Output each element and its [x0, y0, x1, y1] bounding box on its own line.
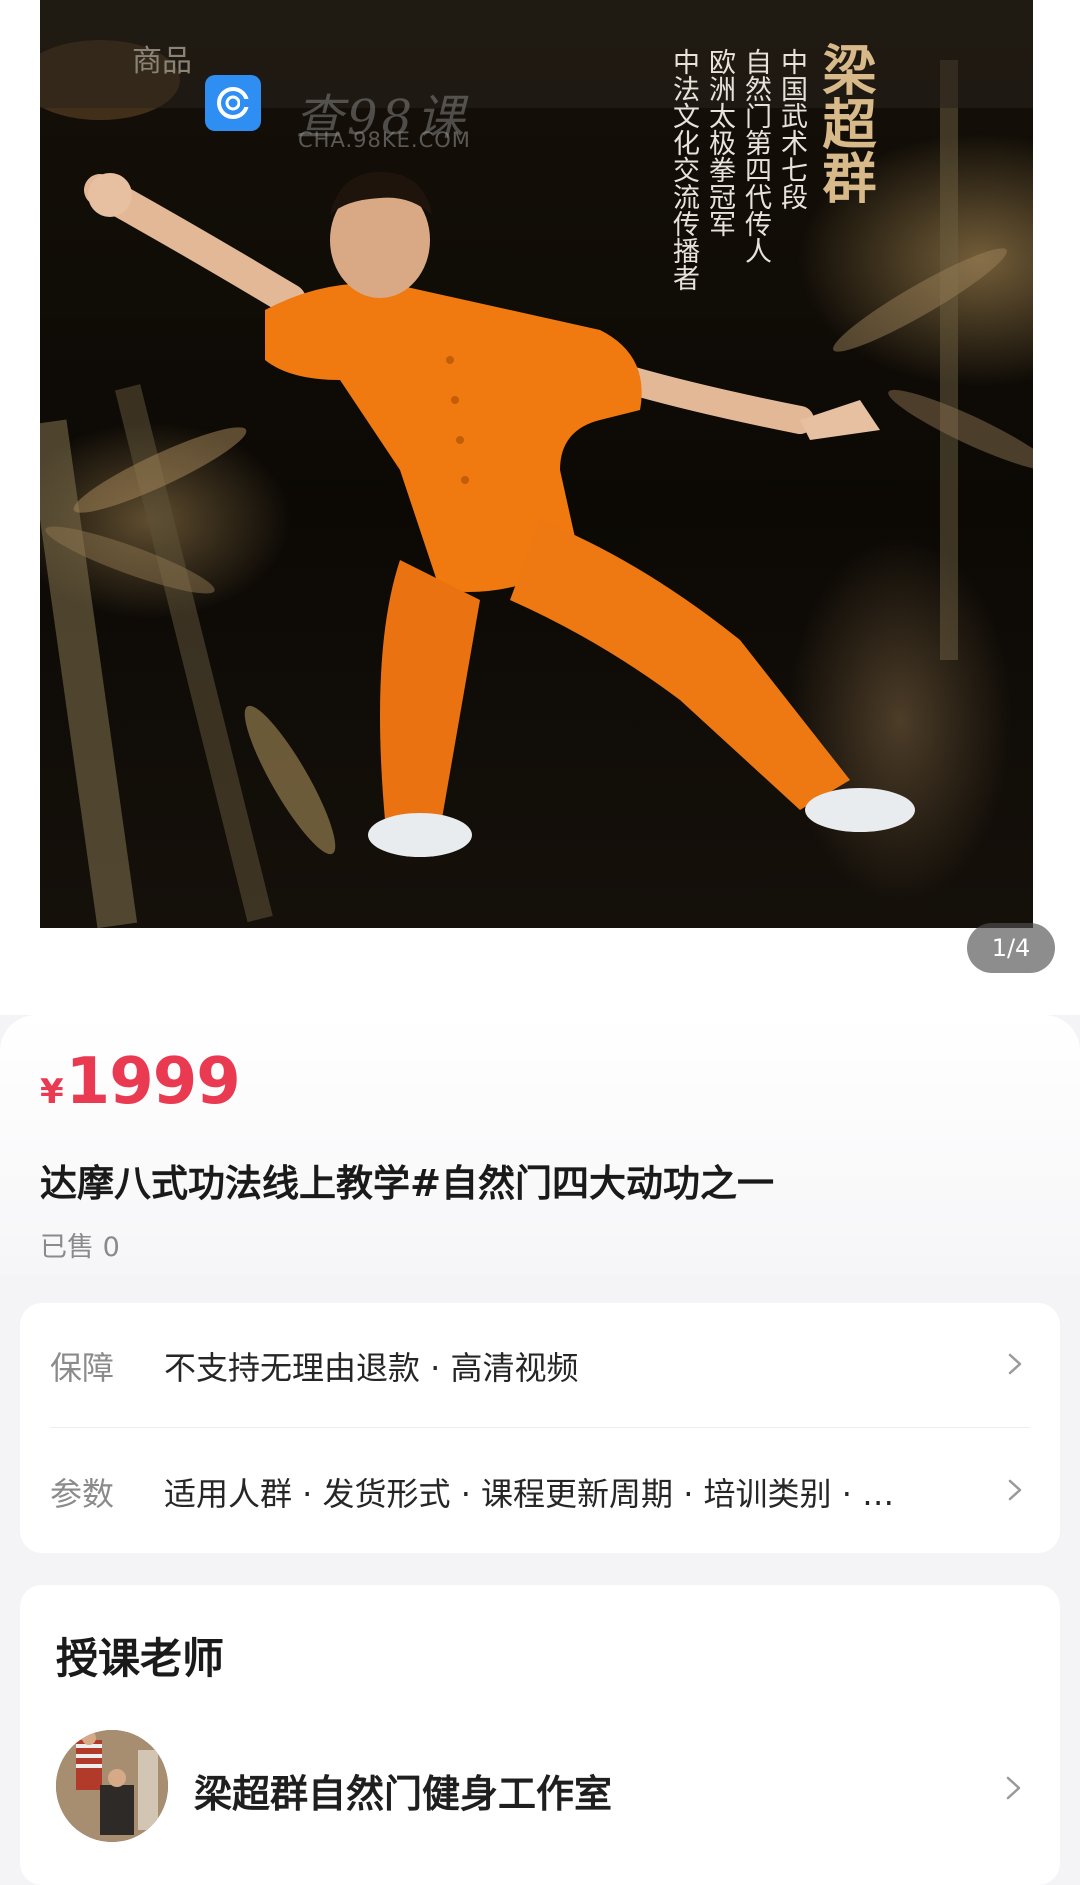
- teacher-heading: 授课老师: [56, 1634, 225, 1683]
- chevron-right-icon[interactable]: [998, 1770, 1028, 1806]
- product-info-card: ¥ 1999 达摩八式功法线上教学#自然门四大动功之一 已售 0: [0, 1015, 1080, 1275]
- image-counter-badge: 1/4: [967, 923, 1055, 973]
- teacher-avatar[interactable]: [56, 1730, 168, 1842]
- instructor-figure: [40, 40, 1033, 928]
- params-label: 参数: [50, 1475, 115, 1513]
- topbar-text: 商品: [132, 44, 192, 79]
- watermark-logo-icon: [205, 75, 261, 131]
- caption-name: 梁超群: [813, 42, 877, 204]
- chevron-right-icon: [1008, 1479, 1022, 1501]
- studio-name[interactable]: 梁超群自然门健身工作室: [194, 1763, 612, 1818]
- spec-card: 保障 不支持无理由退款 · 高清视频 参数 适用人群 · 发货形式 · 课程更新…: [20, 1303, 1060, 1553]
- divider: [50, 1427, 1030, 1428]
- params-row[interactable]: 参数 适用人群 · 发货形式 · 课程更新周期 · 培训类别 · …: [20, 1429, 1060, 1553]
- chevron-right-icon: [1008, 1353, 1022, 1375]
- guarantee-row[interactable]: 保障 不支持无理由退款 · 高清视频: [20, 1303, 1060, 1427]
- teacher-card: 授课老师 梁超群自然门健身工作室: [20, 1585, 1060, 1885]
- price: ¥ 1999: [40, 1045, 241, 1119]
- price-value: 1999: [65, 1045, 241, 1119]
- params-value: 适用人群 · 发货形式 · 课程更新周期 · 培训类别 · …: [164, 1475, 895, 1513]
- product-title: 达摩八式功法线上教学#自然门四大动功之一: [40, 1162, 775, 1205]
- caption-line-2: 自然门第四代传人: [740, 48, 771, 264]
- caption-line-1: 中国武术七段: [776, 48, 807, 210]
- caption-line-3: 欧洲太极拳冠军: [704, 48, 735, 237]
- watermark-url: CHA.98KE.COM: [298, 128, 471, 152]
- guarantee-label: 保障: [50, 1349, 115, 1387]
- price-currency: ¥: [40, 1072, 64, 1112]
- image-header-overlay: 商品: [40, 0, 1033, 108]
- sold-count: 已售 0: [40, 1232, 120, 1263]
- product-gallery[interactable]: 商品 查98课 CHA.98KE.COM 梁超群 中国武术七段 自然门第四代传人…: [0, 0, 1080, 1015]
- avatar-portrait-icon: [56, 1730, 168, 1842]
- guarantee-value: 不支持无理由退款 · 高清视频: [164, 1349, 579, 1387]
- product-image[interactable]: 商品 查98课 CHA.98KE.COM 梁超群 中国武术七段 自然门第四代传人…: [40, 0, 1033, 928]
- caption-line-4: 中法文化交流传播者: [668, 48, 699, 291]
